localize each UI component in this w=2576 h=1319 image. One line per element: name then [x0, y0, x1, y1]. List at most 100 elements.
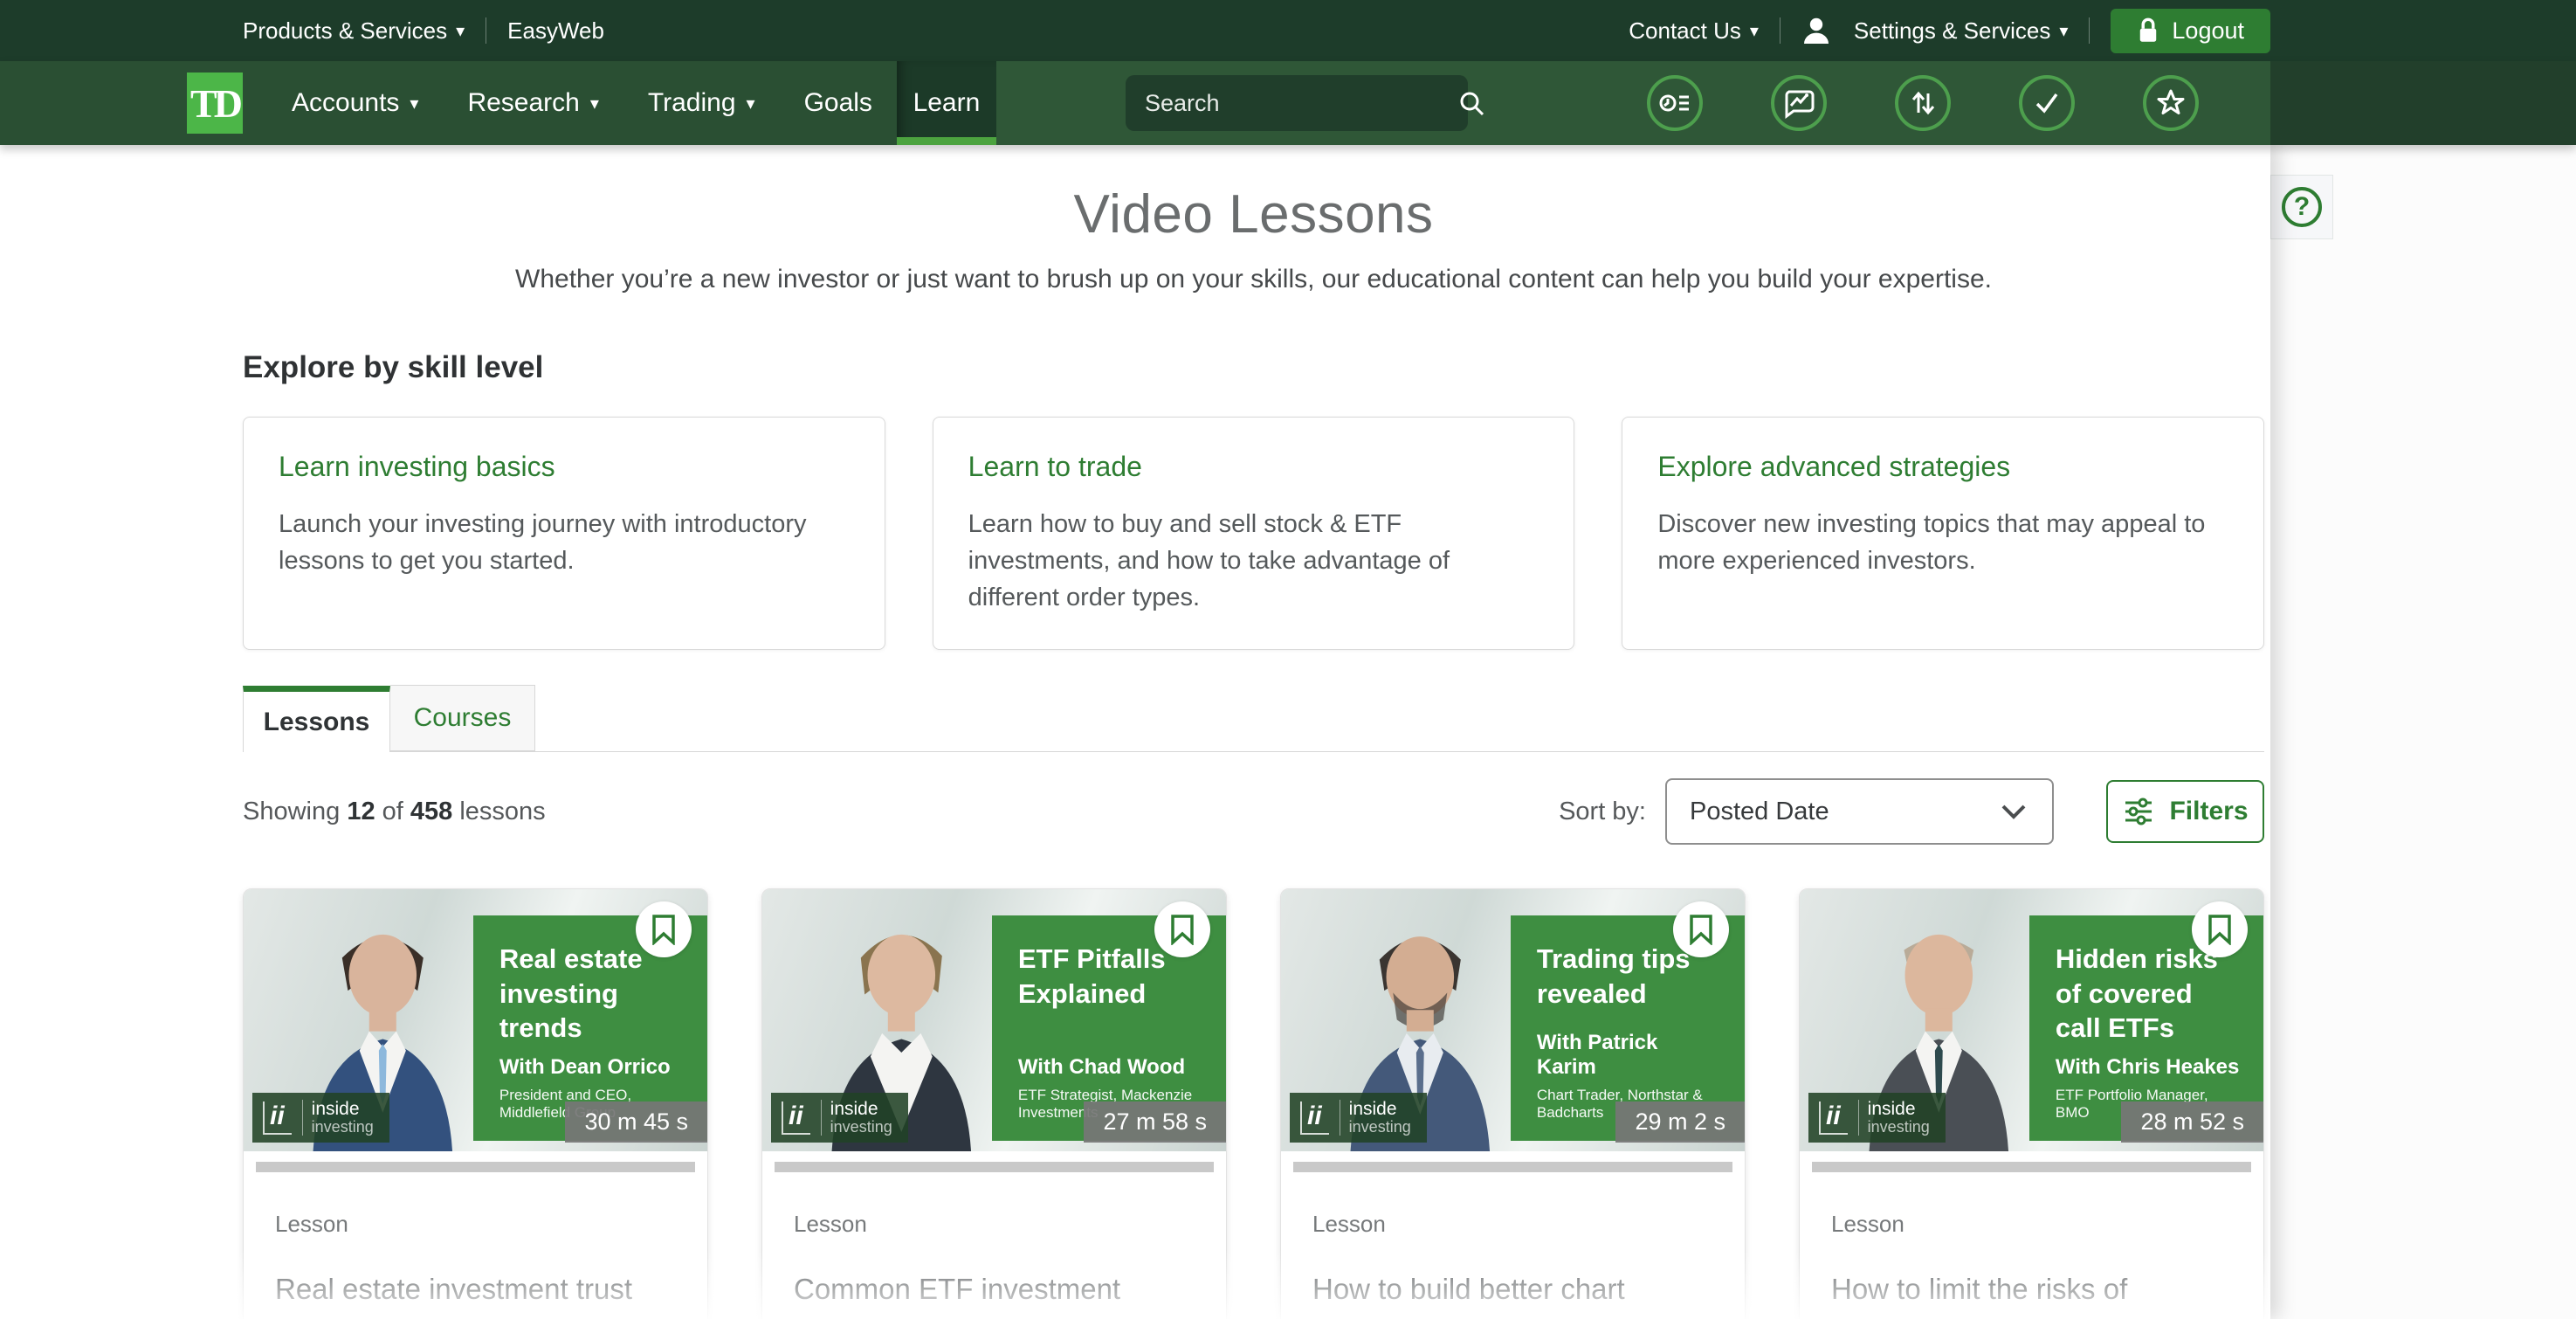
transfer-arrows-icon[interactable] [1895, 75, 1951, 131]
lesson-card[interactable]: Real estate investing trends With Dean O… [243, 888, 708, 1319]
lesson-card[interactable]: Hidden risks of covered call ETFs With C… [1799, 888, 2264, 1319]
skill-card-trade[interactable]: Learn to trade Learn how to buy and sell… [933, 417, 1575, 650]
products-services-menu[interactable]: Products & Services ▾ [243, 17, 465, 45]
filters-button[interactable]: Filters [2106, 780, 2264, 843]
sort-by-label: Sort by: [1559, 798, 1646, 826]
explore-heading: Explore by skill level [243, 350, 2264, 385]
contact-us-menu[interactable]: Contact Us ▾ [1629, 17, 1759, 45]
progress-bar [256, 1162, 695, 1172]
checkmark-icon[interactable] [2019, 75, 2075, 131]
easyweb-label: EasyWeb [507, 17, 604, 45]
bookmark-icon [1688, 914, 1714, 945]
lesson-type-label: Lesson [794, 1211, 1195, 1238]
duration-badge: 27 m 58 s [1084, 1101, 1226, 1143]
lesson-thumbnail[interactable]: Trading tips revealed With Patrick Karim… [1281, 889, 1745, 1151]
thumbnail-speaker: With Chad Wood [1018, 1055, 1203, 1080]
chevron-down-icon: ▾ [2059, 23, 2068, 40]
page-subtitle: Whether you’re a new investor or just wa… [243, 265, 2264, 294]
tabs: Lessons Courses [243, 685, 2264, 752]
lesson-title[interactable]: Real estate investment trust (REIT) tren… [275, 1267, 676, 1319]
skill-card-desc: Learn how to buy and sell stock & ETF in… [968, 506, 1539, 616]
nav-item-label: Research [467, 88, 579, 118]
bookmark-icon [1169, 914, 1195, 945]
user-icon[interactable] [1801, 16, 1831, 45]
skill-card-link[interactable]: Learn investing basics [279, 451, 850, 483]
chat-insights-icon[interactable] [1771, 75, 1827, 131]
progress-bar [1293, 1162, 1732, 1172]
settings-services-label: Settings & Services [1854, 17, 2050, 45]
search-box[interactable] [1126, 75, 1468, 131]
sort-value: Posted Date [1690, 798, 1829, 826]
settings-services-menu[interactable]: Settings & Services ▾ [1854, 17, 2068, 45]
skill-cards: Learn investing basics Launch your inves… [243, 417, 2264, 650]
duration-badge: 28 m 52 s [2121, 1101, 2263, 1143]
nav-item-research[interactable]: Research ▾ [443, 61, 623, 145]
easyweb-link[interactable]: EasyWeb [507, 17, 604, 45]
nav-item-label: Trading [648, 88, 736, 118]
skill-card-link[interactable]: Explore advanced strategies [1657, 451, 2228, 483]
skill-card-desc: Launch your investing journey with intro… [279, 506, 850, 579]
lesson-thumbnail[interactable]: ETF Pitfalls Explained With Chad Wood ET… [762, 889, 1226, 1151]
skill-card-basics[interactable]: Learn investing basics Launch your inves… [243, 417, 885, 650]
inside-investing-logo: ii insideinvesting [1808, 1093, 1946, 1143]
contact-us-label: Contact Us [1629, 17, 1741, 45]
lesson-title[interactable]: How to build better chart setups for tra… [1312, 1267, 1713, 1319]
progress-bar [775, 1162, 1214, 1172]
duration-badge: 29 m 2 s [1615, 1101, 1745, 1143]
thumbnail-speaker: With Patrick Karim [1537, 1031, 1722, 1080]
bookmark-button[interactable] [2192, 901, 2248, 957]
activity-log-icon[interactable] [1647, 75, 1703, 131]
question-mark-icon: ? [2282, 187, 2322, 227]
sliders-icon [2122, 796, 2155, 827]
page: Products & Services ▾ EasyWeb Contact Us… [0, 0, 2576, 1319]
thumbnail-title: Hidden risks of covered call ETFs [2056, 942, 2241, 1046]
logout-button[interactable]: Logout [2111, 9, 2270, 53]
bookmark-button[interactable] [1673, 901, 1729, 957]
skill-card-desc: Discover new investing topics that may a… [1657, 506, 2228, 579]
main-content: Video Lessons Whether you’re a new inves… [0, 145, 2270, 1319]
search-input[interactable] [1145, 90, 1454, 117]
nav-tab-learn-active[interactable]: Learn [897, 61, 996, 145]
nav-item-trading[interactable]: Trading ▾ [623, 61, 780, 145]
lesson-thumbnail[interactable]: Hidden risks of covered call ETFs With C… [1800, 889, 2263, 1151]
nav-item-label: Goals [804, 88, 872, 118]
total-count: 458 [410, 798, 452, 825]
tab-courses[interactable]: Courses [390, 685, 535, 751]
bookmark-button[interactable] [1154, 901, 1210, 957]
lesson-title[interactable]: How to limit the risks of covered call E… [1831, 1267, 2232, 1319]
nav-item-goals[interactable]: Goals [780, 61, 897, 145]
logout-label: Logout [2172, 17, 2244, 45]
search-icon[interactable] [1454, 86, 1489, 121]
td-logo[interactable]: TD [187, 73, 243, 134]
results-row: Showing 12 of 458 lessons Sort by: Poste… [243, 778, 2264, 845]
filters-label: Filters [2169, 797, 2248, 826]
bookmark-icon [651, 914, 677, 945]
nav-item-label: Accounts [292, 88, 399, 118]
chevron-down-icon: ▾ [1750, 23, 1759, 40]
lesson-thumbnail[interactable]: Real estate investing trends With Dean O… [244, 889, 707, 1151]
lock-icon [2137, 17, 2159, 44]
help-button[interactable]: ? [2270, 175, 2333, 239]
bookmark-button[interactable] [636, 901, 692, 957]
progress-bar [1812, 1162, 2251, 1172]
chevron-down-icon: ▾ [747, 95, 755, 113]
lesson-type-label: Lesson [275, 1211, 676, 1238]
duration-badge: 30 m 45 s [565, 1101, 707, 1143]
skill-card-advanced[interactable]: Explore advanced strategies Discover new… [1622, 417, 2264, 650]
skill-card-link[interactable]: Learn to trade [968, 451, 1539, 483]
lesson-type-label: Lesson [1831, 1211, 2232, 1238]
nav-search-section [996, 61, 2270, 145]
sort-select[interactable]: Posted Date [1665, 778, 2054, 845]
inside-investing-logo: ii insideinvesting [771, 1093, 908, 1143]
main-nav: TD Accounts ▾ Research ▾ Trading ▾ Goals… [0, 61, 2576, 145]
tab-lessons[interactable]: Lessons [243, 686, 390, 752]
star-icon[interactable] [2143, 75, 2199, 131]
inside-investing-logo: ii insideinvesting [252, 1093, 389, 1143]
chevron-down-icon [1998, 801, 2029, 822]
bookmark-icon [2207, 914, 2233, 945]
lesson-card[interactable]: Trading tips revealed With Patrick Karim… [1280, 888, 1746, 1319]
lesson-card[interactable]: ETF Pitfalls Explained With Chad Wood ET… [761, 888, 1227, 1319]
products-services-label: Products & Services [243, 17, 447, 45]
lesson-title[interactable]: Common ETF investment mistakes that can … [794, 1267, 1195, 1319]
nav-item-accounts[interactable]: Accounts ▾ [267, 61, 443, 145]
